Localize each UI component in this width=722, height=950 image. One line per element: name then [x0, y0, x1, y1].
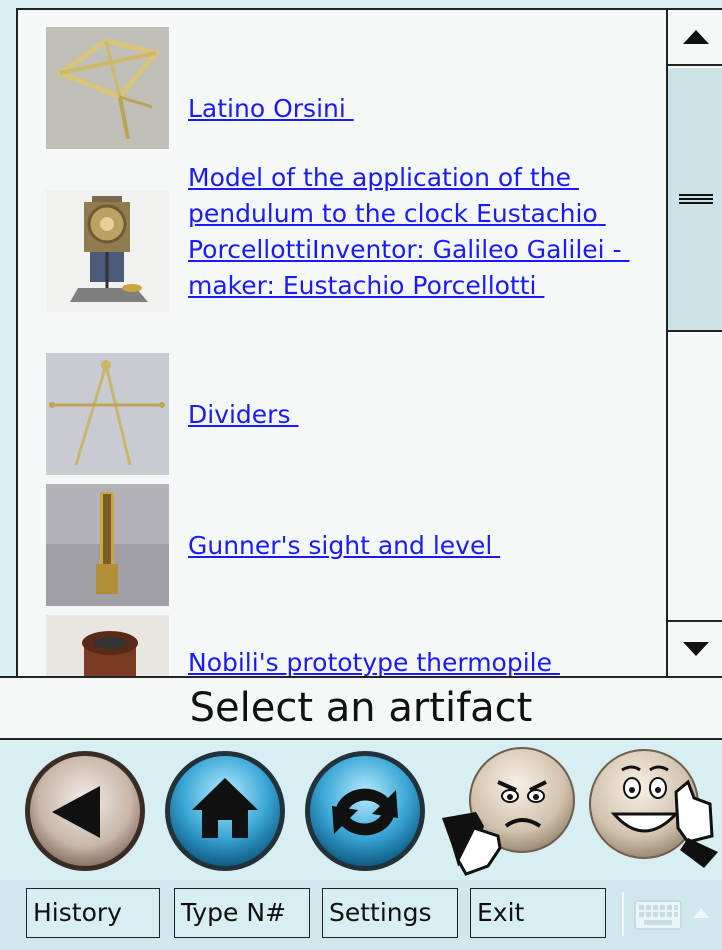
- dividers-icon[interactable]: [46, 353, 169, 475]
- type-number-button[interactable]: Type N#: [174, 888, 310, 938]
- dislike-button[interactable]: [440, 742, 580, 882]
- refresh-button[interactable]: [302, 748, 428, 874]
- keyboard-icon[interactable]: [634, 900, 682, 934]
- scroll-thumb[interactable]: [668, 68, 722, 332]
- list-item[interactable]: Gunner's sight and level: [46, 484, 656, 606]
- triangle-down-icon: [683, 642, 709, 656]
- like-button[interactable]: [584, 742, 722, 882]
- settings-button[interactable]: Settings: [322, 888, 458, 938]
- list-item[interactable]: Model of the application of the pendulum…: [46, 160, 656, 340]
- back-arrow-icon: [25, 751, 145, 871]
- thermopile-icon[interactable]: [46, 615, 169, 676]
- home-icon: [165, 751, 285, 871]
- menu-bar: History Type N# Settings Exit: [0, 880, 722, 950]
- pendulum-clock-icon[interactable]: [46, 190, 169, 312]
- history-button[interactable]: History: [26, 888, 160, 938]
- artifact-link[interactable]: Latino Orsini: [188, 91, 658, 127]
- gunners-sight-icon[interactable]: [46, 484, 169, 606]
- artifact-link[interactable]: Model of the application of the pendulum…: [188, 160, 658, 304]
- chevron-up-icon[interactable]: [692, 904, 710, 923]
- grip-icon: [679, 194, 713, 204]
- triangle-up-icon: [683, 30, 709, 44]
- app-window: Latino Orsini Model of the application o…: [0, 0, 722, 950]
- scroll-up-button[interactable]: [668, 10, 722, 66]
- list-item[interactable]: Latino Orsini: [46, 27, 656, 149]
- artifact-list-content: Latino Orsini Model of the application o…: [18, 10, 666, 676]
- list-item[interactable]: Dividers: [46, 353, 656, 475]
- list-item[interactable]: Nobili's prototype thermopile: [46, 615, 656, 676]
- artifact-link[interactable]: Gunner's sight and level: [188, 528, 658, 564]
- exit-button[interactable]: Exit: [470, 888, 606, 938]
- list-scrollbar[interactable]: [666, 10, 722, 676]
- scroll-down-button[interactable]: [668, 620, 722, 676]
- artifact-list: Latino Orsini Model of the application o…: [16, 8, 722, 676]
- menu-divider: [622, 892, 624, 936]
- home-button[interactable]: [162, 748, 288, 874]
- sector-instrument-icon[interactable]: [46, 27, 169, 149]
- thumbs-up-face-icon: [589, 749, 718, 868]
- status-text: Select an artifact: [189, 685, 533, 731]
- artifact-link[interactable]: Dividers: [188, 397, 658, 433]
- thumbs-down-face-icon: [442, 747, 575, 876]
- refresh-icon: [305, 751, 425, 871]
- status-bar: Select an artifact: [0, 676, 722, 740]
- back-button[interactable]: [22, 748, 148, 874]
- artifact-link[interactable]: Nobili's prototype thermopile: [188, 645, 658, 676]
